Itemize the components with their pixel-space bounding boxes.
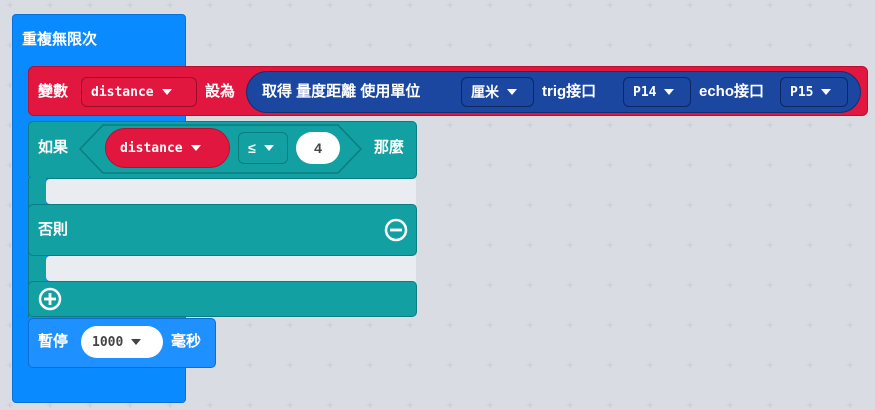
dropdown-caret-icon (161, 89, 172, 95)
sonar-get-label: 取得 量度距離 使用單位 (262, 83, 421, 100)
then-statement-slot[interactable] (46, 179, 416, 204)
pause-duration-dropdown[interactable]: 1000 (81, 326, 163, 358)
compare-number-input[interactable]: 4 (296, 132, 340, 164)
forever-loop-label: 重複無限次 (22, 31, 98, 48)
trig-label: trig接口 (542, 83, 597, 100)
compare-number-value: 4 (314, 140, 322, 156)
else-row[interactable] (28, 204, 417, 256)
dropdown-caret-icon (263, 145, 274, 151)
if-label: 如果 (38, 139, 69, 156)
minus-circle-icon[interactable] (384, 218, 408, 242)
operator-dropdown[interactable]: ≤ (238, 132, 288, 164)
pause-duration-value: 1000 (92, 334, 124, 350)
echo-pin-value: P15 (790, 84, 814, 100)
unit-dropdown[interactable]: 厘米 (461, 77, 534, 107)
operator-value: ≤ (248, 140, 256, 156)
set-variable-label: 變數 (38, 83, 69, 100)
dropdown-caret-icon (131, 339, 142, 345)
plus-circle-icon[interactable] (38, 287, 62, 311)
trig-pin-value: P14 (633, 84, 657, 100)
pause-unit-label: 毫秒 (171, 333, 202, 350)
echo-pin-dropdown[interactable]: P15 (780, 77, 848, 107)
dropdown-caret-icon (190, 145, 201, 151)
condition-variable-name: distance (120, 140, 183, 156)
set-to-label: 設為 (205, 83, 236, 100)
dropdown-caret-icon (507, 89, 517, 95)
else-label: 否則 (38, 221, 69, 238)
then-label: 那麼 (374, 139, 405, 156)
dropdown-caret-icon (664, 89, 675, 95)
trig-pin-dropdown[interactable]: P14 (623, 77, 691, 107)
if-else-footer[interactable] (28, 281, 417, 317)
condition-variable-reporter[interactable]: distance (105, 128, 230, 168)
else-statement-slot[interactable] (46, 256, 416, 281)
variable-dropdown[interactable]: distance (81, 77, 197, 107)
unit-value: 厘米 (471, 84, 499, 100)
dropdown-caret-icon (821, 89, 832, 95)
echo-label: echo接口 (699, 83, 765, 100)
variable-name: distance (91, 84, 154, 100)
pause-label: 暫停 (38, 333, 69, 350)
